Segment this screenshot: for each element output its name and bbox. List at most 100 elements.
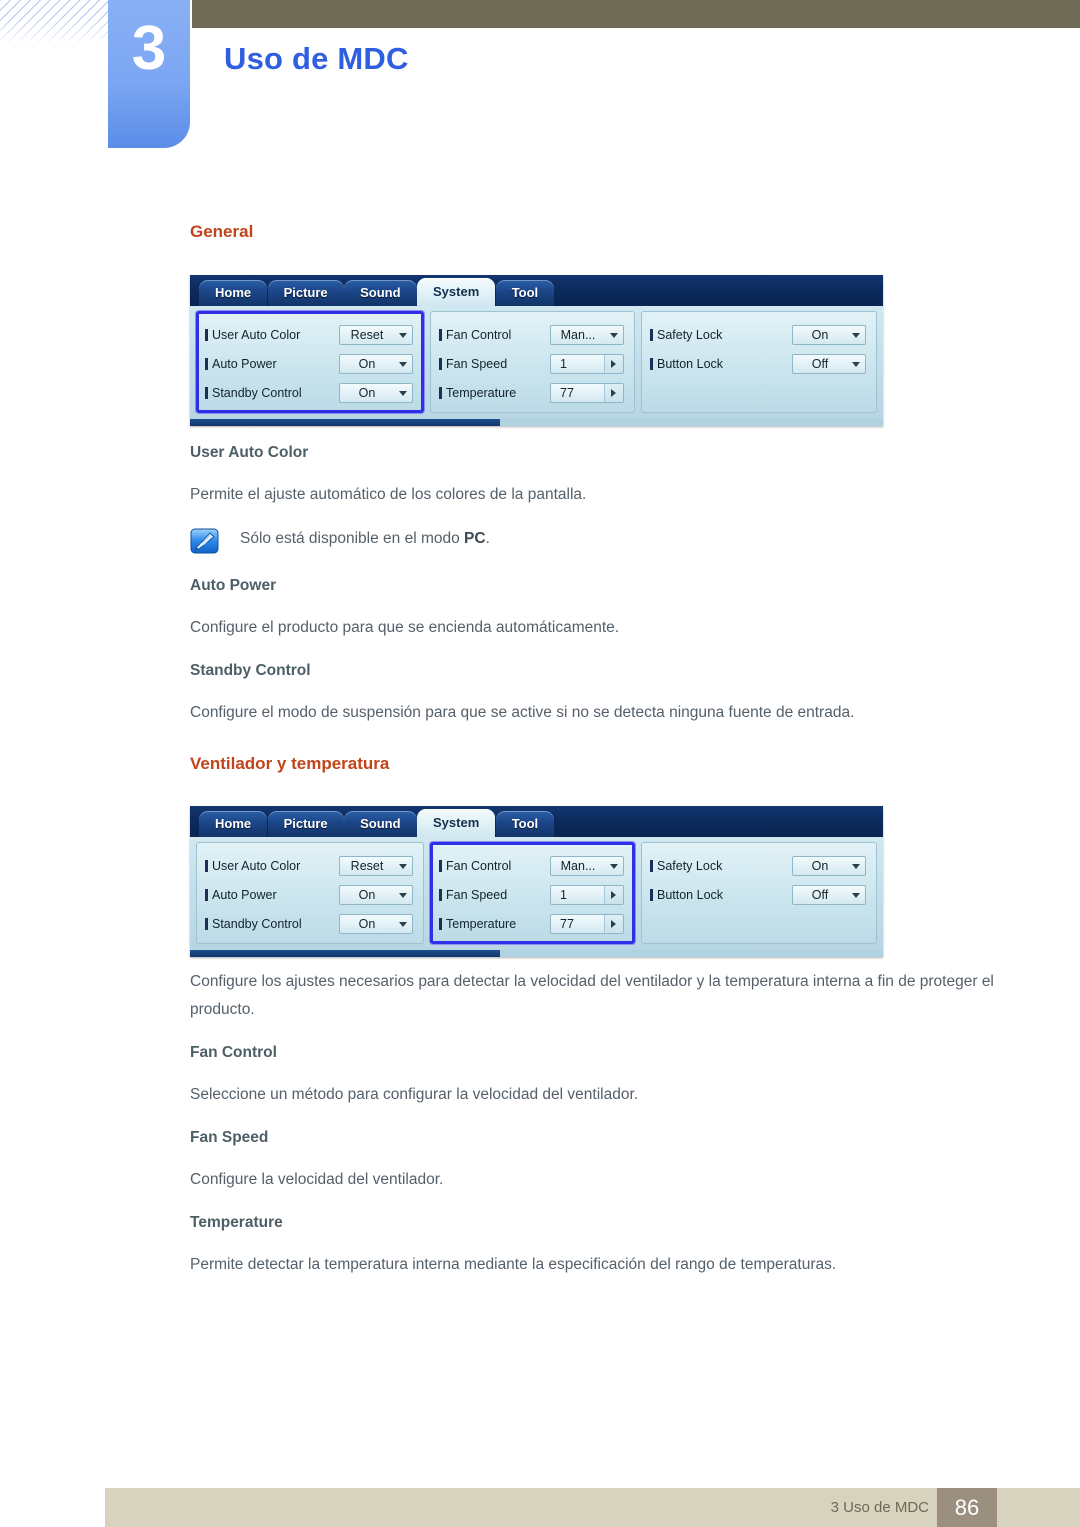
- section-title-fan-temperature: Ventilador y temperatura: [190, 754, 390, 773]
- mdc-row-button-lock: Button Lock Off: [650, 349, 866, 378]
- mdc-row-standby-control: Standby Control On: [205, 378, 413, 407]
- mdc-value-button-lock: Off: [811, 356, 829, 371]
- chapter-tab: 3: [108, 0, 190, 148]
- chevron-right-icon[interactable]: [604, 383, 623, 402]
- paragraph-fan-intro: Configure los ajustes necesarios para de…: [190, 973, 994, 1018]
- bullet-bar-icon: [205, 888, 208, 901]
- chevron-right-icon[interactable]: [604, 354, 623, 373]
- mdc-label-safety-lock: Safety Lock: [650, 328, 792, 342]
- decorative-hatch-fade: [0, 0, 108, 42]
- mdc-row-fan-control: Fan Control Man...: [439, 320, 624, 349]
- mdc-body-1: User Auto Color Reset Auto Power On Stan…: [190, 306, 883, 419]
- chevron-right-icon[interactable]: [604, 914, 623, 933]
- bullet-bar-icon: [205, 386, 208, 399]
- mdc-tab-tool[interactable]: Tool: [495, 280, 555, 306]
- bullet-bar-icon: [439, 328, 442, 341]
- mdc-row-temperature: Temperature 77: [439, 909, 624, 938]
- mdc-value-user-auto-color: Reset: [350, 327, 384, 342]
- mdc-tab-tool[interactable]: Tool: [495, 811, 555, 837]
- mdc-value-fan-speed: 1: [560, 887, 567, 902]
- mdc-value-safety-lock: On: [811, 327, 829, 342]
- mdc-value-user-auto-color: Reset: [350, 858, 384, 873]
- paragraph-auto-power: Configure el producto para que se encien…: [190, 619, 620, 636]
- mdc-row-fan-control: Fan Control Man...: [439, 851, 624, 880]
- subheading-fan-control: Fan Control: [190, 1044, 277, 1061]
- mdc-dropdown-standby-control[interactable]: On: [339, 382, 413, 403]
- mdc-label-temperature: Temperature: [439, 917, 550, 931]
- chevron-down-icon: [852, 361, 860, 367]
- mdc-dropdown-fan-control[interactable]: Man...: [550, 855, 624, 876]
- mdc-dropdown-standby-control[interactable]: On: [339, 913, 413, 934]
- mdc-label-standby-control: Standby Control: [205, 386, 339, 400]
- mdc-value-temperature: 77: [560, 916, 574, 931]
- mdc-label-fan-speed: Fan Speed: [439, 357, 550, 371]
- mdc-spinner-temperature[interactable]: 77: [550, 382, 624, 403]
- mdc-label-standby-control: Standby Control: [205, 917, 339, 931]
- chevron-down-icon: [399, 892, 407, 898]
- subheading-standby-control: Standby Control: [190, 662, 311, 679]
- mdc-tab-picture[interactable]: Picture: [267, 811, 344, 837]
- mdc-body-2: User Auto Color Reset Auto Power On Stan…: [190, 837, 883, 950]
- mdc-row-safety-lock: Safety Lock On: [650, 851, 866, 880]
- mdc-panel-fan-settings: Fan Control Man... Fan Speed 1 Temperatu…: [430, 311, 635, 413]
- mdc-dropdown-auto-power[interactable]: On: [339, 353, 413, 374]
- mdc-value-safety-lock: On: [811, 858, 829, 873]
- mdc-tab-home[interactable]: Home: [199, 811, 268, 837]
- mdc-tabbar-1: Home Picture Sound System Tool: [190, 275, 883, 306]
- bullet-bar-icon: [650, 859, 653, 872]
- mdc-dropdown-button-lock[interactable]: Off: [792, 353, 866, 374]
- mdc-value-fan-control: Man...: [560, 858, 596, 873]
- mdc-tabbar-2: Home Picture Sound System Tool: [190, 806, 883, 837]
- mdc-label-fan-control: Fan Control: [439, 328, 550, 342]
- bullet-bar-icon: [439, 888, 442, 901]
- mdc-value-standby-control: On: [358, 916, 376, 931]
- mdc-tab-system[interactable]: System: [417, 809, 496, 837]
- bullet-bar-icon: [205, 328, 208, 341]
- mdc-value-button-lock: Off: [811, 887, 829, 902]
- mdc-dropdown-safety-lock[interactable]: On: [792, 324, 866, 345]
- mdc-panel-fan-settings: Fan Control Man... Fan Speed 1 Temperatu…: [430, 842, 635, 944]
- mdc-tab-home[interactable]: Home: [199, 280, 268, 306]
- mdc-spinner-fan-speed[interactable]: 1: [550, 353, 624, 374]
- subheading-auto-power: Auto Power: [190, 577, 277, 594]
- section-title-general: General: [190, 222, 254, 241]
- bullet-bar-icon: [205, 357, 208, 370]
- mdc-label-safety-lock: Safety Lock: [650, 859, 792, 873]
- bullet-bar-icon: [439, 357, 442, 370]
- mdc-row-auto-power: Auto Power On: [205, 880, 413, 909]
- mdc-dropdown-fan-control[interactable]: Man...: [550, 324, 624, 345]
- mdc-label-button-lock: Button Lock: [650, 357, 792, 371]
- mdc-row-temperature: Temperature 77: [439, 378, 624, 407]
- paragraph-user-auto-color: Permite el ajuste automático de los colo…: [190, 486, 587, 503]
- subheading-temperature: Temperature: [190, 1214, 283, 1231]
- paragraph-fan-speed: Configure la velocidad del ventilador.: [190, 1171, 444, 1188]
- paragraph-fan-control: Seleccione un método para configurar la …: [190, 1086, 639, 1103]
- mdc-tab-sound[interactable]: Sound: [344, 280, 417, 306]
- bullet-bar-icon: [439, 386, 442, 399]
- subheading-fan-speed: Fan Speed: [190, 1129, 269, 1146]
- mdc-dropdown-user-auto-color[interactable]: Reset: [339, 855, 413, 876]
- mdc-tab-sound[interactable]: Sound: [344, 811, 417, 837]
- mdc-row-user-auto-color: User Auto Color Reset: [205, 320, 413, 349]
- chevron-down-icon: [610, 863, 618, 869]
- mdc-spinner-temperature[interactable]: 77: [550, 913, 624, 934]
- mdc-dropdown-safety-lock[interactable]: On: [792, 855, 866, 876]
- mdc-label-temperature: Temperature: [439, 386, 550, 400]
- mdc-tab-system[interactable]: System: [417, 278, 496, 306]
- mdc-panel-lock-settings: Safety Lock On Button Lock Off: [641, 311, 877, 413]
- mdc-dropdown-user-auto-color[interactable]: Reset: [339, 324, 413, 345]
- bullet-bar-icon: [205, 859, 208, 872]
- chevron-down-icon: [399, 863, 407, 869]
- mdc-spinner-fan-speed[interactable]: 1: [550, 884, 624, 905]
- mdc-dropdown-button-lock[interactable]: Off: [792, 884, 866, 905]
- mdc-dropdown-auto-power[interactable]: On: [339, 884, 413, 905]
- bullet-bar-icon: [439, 859, 442, 872]
- mdc-row-fan-speed: Fan Speed 1: [439, 880, 624, 909]
- bullet-bar-icon: [650, 328, 653, 341]
- bullet-bar-icon: [439, 917, 442, 930]
- mdc-row-user-auto-color: User Auto Color Reset: [205, 851, 413, 880]
- chevron-right-icon[interactable]: [604, 885, 623, 904]
- mdc-tab-picture[interactable]: Picture: [267, 280, 344, 306]
- mdc-row-standby-control: Standby Control On: [205, 909, 413, 938]
- mdc-value-auto-power: On: [358, 887, 376, 902]
